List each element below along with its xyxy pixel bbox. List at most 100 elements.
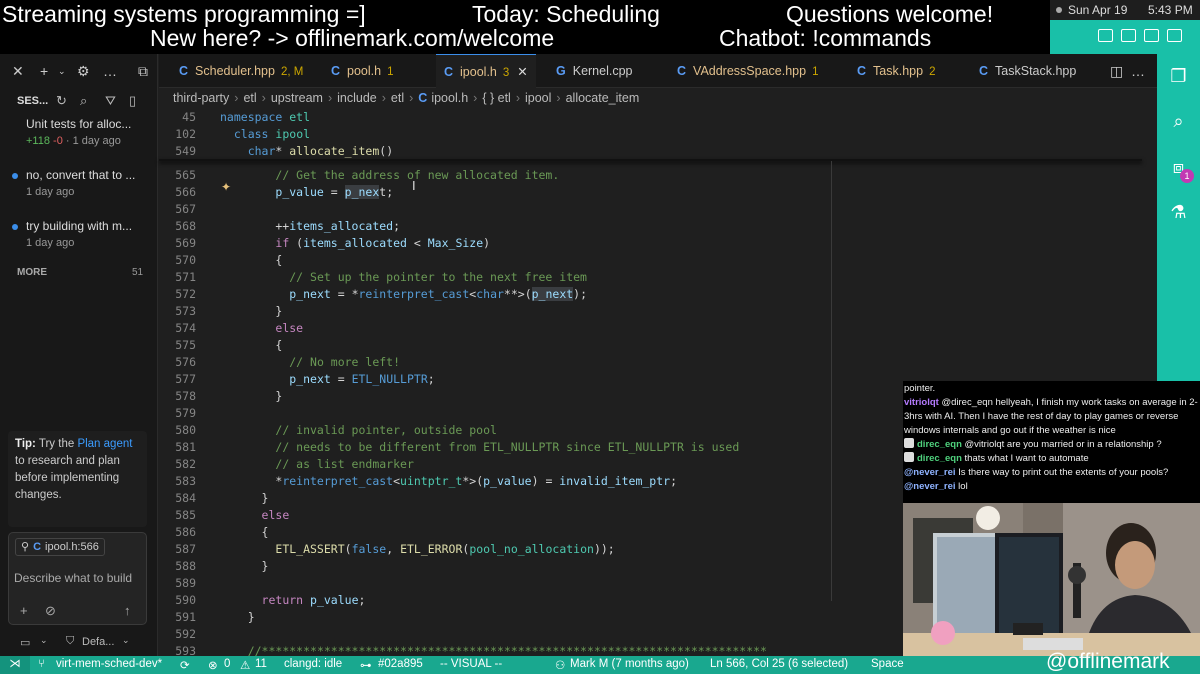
breadcrumb-item[interactable]: { } etl — [482, 91, 511, 105]
line-number[interactable]: 588 — [159, 558, 196, 575]
tab-scheduler-hpp[interactable]: C Scheduler.hpp 2, M — [171, 54, 311, 88]
clangd-status[interactable]: clangd: idle — [284, 658, 342, 670]
search-icon[interactable]: ⌕ — [1157, 111, 1200, 132]
tools-icon[interactable]: ⊘ — [45, 603, 56, 619]
code-line[interactable]: 573 } — [159, 303, 1142, 320]
line-number[interactable]: 575 — [159, 337, 196, 354]
chevron-down-icon[interactable]: ⌄ — [58, 66, 66, 77]
session-item[interactable]: no, convert that to ... 1 day ago — [0, 168, 158, 204]
code-line[interactable]: 568 ++items_allocated; — [159, 218, 1142, 235]
line-number[interactable]: 592 — [159, 626, 196, 643]
split-editor-icon[interactable]: ◫ … — [1110, 63, 1145, 80]
tab-kernel-cpp[interactable]: G Kernel.cpp — [548, 54, 641, 88]
breadcrumb-item[interactable]: ipool.h — [431, 91, 468, 105]
line-number[interactable]: 581 — [159, 439, 196, 456]
line-number[interactable]: 593 — [159, 643, 196, 656]
line-number[interactable]: 568 — [159, 218, 196, 235]
code-line[interactable]: 569 if (items_allocated < Max_Size) — [159, 235, 1142, 252]
line-number[interactable]: 570 — [159, 252, 196, 269]
code-line[interactable]: 571 // Set up the pointer to the next fr… — [159, 269, 1142, 286]
sync-icon[interactable]: ⟳ — [180, 658, 190, 672]
line-number[interactable]: 579 — [159, 405, 196, 422]
indentation[interactable]: Space — [871, 658, 904, 670]
filter-icon[interactable]: ⛛ — [105, 93, 116, 109]
breadcrumb-item[interactable]: third-party — [173, 91, 229, 105]
sticky-scroll-line[interactable]: 102 class ipool — [159, 126, 1142, 143]
line-number[interactable]: 566 — [159, 184, 196, 201]
line-number[interactable]: 587 — [159, 541, 196, 558]
line-number[interactable]: 572 — [159, 286, 196, 303]
add-context-icon[interactable]: + — [20, 603, 28, 618]
session-item[interactable]: try building with m... 1 day ago — [0, 219, 158, 255]
breadcrumb-item[interactable]: etl — [243, 91, 256, 105]
tab-taskstack-hpp[interactable]: C TaskStack.hpp — [971, 54, 1084, 88]
new-chat-icon[interactable]: + — [40, 63, 48, 79]
more-sessions-toggle[interactable]: MORE — [17, 267, 47, 278]
close-panel-icon[interactable]: ✕ — [12, 63, 24, 80]
close-tab-icon[interactable]: ✕ — [517, 65, 527, 79]
refresh-icon[interactable]: ↻ — [56, 93, 67, 109]
line-number[interactable]: 102 — [159, 126, 196, 143]
search-icon[interactable]: ⌕ — [80, 93, 87, 109]
tab-pool-h[interactable]: Cpool.h 1 — [323, 54, 402, 88]
line-number[interactable]: 585 — [159, 507, 196, 524]
cursor-position[interactable]: Ln 566, Col 25 (6 selected) — [710, 658, 848, 670]
chevron-down-icon[interactable]: ⌄ — [122, 635, 130, 646]
line-number[interactable]: 571 — [159, 269, 196, 286]
code-line[interactable]: 574 else — [159, 320, 1142, 337]
maximize-icon[interactable]: ⧉ — [138, 63, 148, 80]
layout-icon[interactable]: ▯ — [129, 93, 136, 109]
breadcrumb-item[interactable]: include — [337, 91, 377, 105]
line-number[interactable]: 573 — [159, 303, 196, 320]
warning-count[interactable]: 11 — [255, 658, 267, 670]
breadcrumb-item[interactable]: upstream — [271, 91, 323, 105]
line-number[interactable]: 583 — [159, 473, 196, 490]
code-line[interactable]: 565 // Get the address of new allocated … — [159, 167, 1142, 184]
explorer-icon[interactable]: ❐ — [1157, 66, 1200, 87]
tab-ipool-h[interactable]: Cipool.h 3 ✕ — [436, 54, 536, 88]
tab-vaddressspace-hpp[interactable]: C VAddressSpace.hpp 1 — [669, 54, 826, 88]
code-line[interactable]: 576 // No more left! — [159, 354, 1142, 371]
remote-icon[interactable]: ⋊ — [0, 656, 30, 674]
session-item[interactable]: Unit tests for alloc... +118 -0 · 1 day … — [0, 117, 158, 153]
context-chip[interactable]: ⚲ Cipool.h:566 — [15, 538, 105, 556]
gear-icon[interactable]: ⚙ — [77, 63, 90, 80]
line-number[interactable]: 577 — [159, 371, 196, 388]
line-number[interactable]: 589 — [159, 575, 196, 592]
line-number[interactable]: 576 — [159, 354, 196, 371]
more-actions-icon[interactable]: … — [103, 63, 117, 79]
breadcrumb-item[interactable]: etl — [391, 91, 404, 105]
code-line[interactable]: 567 — [159, 201, 1142, 218]
line-number[interactable]: 591 — [159, 609, 196, 626]
line-number[interactable]: 590 — [159, 592, 196, 609]
line-number[interactable]: 580 — [159, 422, 196, 439]
line-number[interactable]: 45 — [159, 109, 196, 126]
sticky-scroll-line[interactable]: 549 char* allocate_item() — [159, 143, 1142, 160]
tab-task-hpp[interactable]: C Task.hpp 2 — [849, 54, 943, 88]
mode-selector[interactable]: Defa... — [82, 636, 114, 648]
code-line[interactable]: 575 { — [159, 337, 1142, 354]
line-number[interactable]: 565 — [159, 167, 196, 184]
toggle-sidebar-icon[interactable] — [1121, 29, 1136, 42]
toggle-panel-icon[interactable] — [1144, 29, 1159, 42]
plan-agent-link[interactable]: Plan agent — [77, 438, 132, 450]
code-line[interactable]: 566 p_value = p_next; — [159, 184, 1142, 201]
chevron-down-icon[interactable]: ⌄ — [40, 635, 48, 646]
toggle-secondary-sidebar-icon[interactable] — [1167, 29, 1182, 42]
line-number[interactable]: 586 — [159, 524, 196, 541]
line-number[interactable]: 569 — [159, 235, 196, 252]
commit-hash[interactable]: #02a895 — [378, 658, 423, 670]
breadcrumb-item[interactable]: ipool — [525, 91, 551, 105]
line-number[interactable]: 584 — [159, 490, 196, 507]
sparkle-icon[interactable]: ✦ — [221, 180, 231, 194]
device-icon[interactable]: ▭ — [20, 636, 30, 649]
send-icon[interactable]: ↑ — [124, 603, 131, 618]
line-number[interactable]: 567 — [159, 201, 196, 218]
branch-name[interactable]: virt-mem-sched-dev* — [56, 658, 162, 670]
sticky-scroll-line[interactable]: 45 namespace etl — [159, 109, 1142, 126]
chat-input[interactable] — [14, 568, 145, 588]
code-line[interactable]: 570 { — [159, 252, 1142, 269]
line-number[interactable]: 574 — [159, 320, 196, 337]
line-number[interactable]: 578 — [159, 388, 196, 405]
layout-grid-icon[interactable] — [1098, 29, 1113, 42]
